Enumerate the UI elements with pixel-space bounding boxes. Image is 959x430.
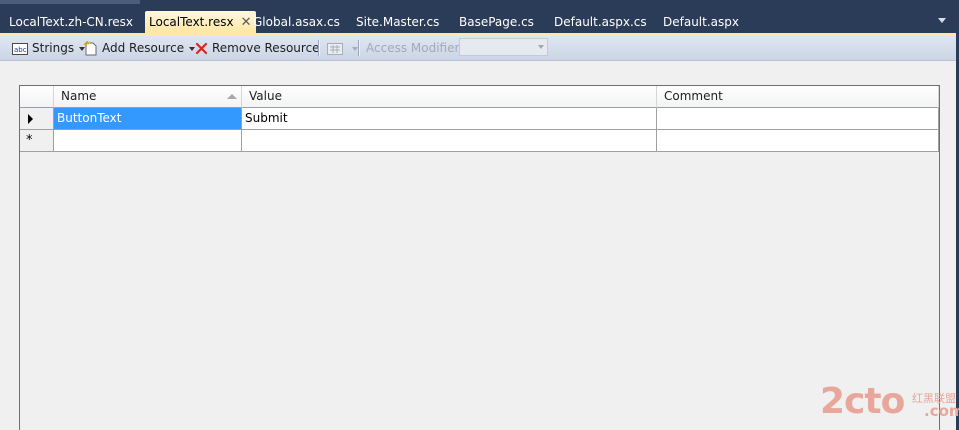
document-tab-strip: LocalText.zh-CN.resx LocalText.resx ✕ Glo… bbox=[0, 0, 959, 33]
remove-resource-button[interactable]: Remove Resource bbox=[195, 39, 320, 57]
cell-comment[interactable] bbox=[657, 130, 939, 152]
row-header[interactable]: * bbox=[20, 130, 54, 152]
access-modifier-select[interactable] bbox=[459, 38, 548, 56]
chevron-down-icon bbox=[538, 45, 544, 49]
close-icon[interactable]: ✕ bbox=[241, 12, 252, 34]
tab-site-master-cs[interactable]: Site.Master.cs bbox=[356, 12, 439, 33]
cell-name[interactable] bbox=[54, 130, 242, 152]
grid-view-icon bbox=[327, 42, 343, 55]
cell-value[interactable] bbox=[242, 130, 657, 152]
new-row-marker-icon: * bbox=[26, 133, 33, 148]
tab-list-dropdown-icon[interactable] bbox=[938, 18, 946, 23]
add-resource-button[interactable]: Add Resource bbox=[84, 39, 196, 57]
access-modifier-label: Access Modifier: bbox=[366, 41, 464, 55]
tab-default-aspx-cs[interactable]: Default.aspx.cs bbox=[554, 12, 647, 33]
views-dropdown-button[interactable] bbox=[327, 39, 358, 57]
sort-ascending-icon bbox=[227, 94, 237, 99]
cell-value[interactable]: Submit bbox=[242, 108, 657, 130]
toolbar-separator bbox=[318, 40, 320, 56]
tab-label: Site.Master.cs bbox=[356, 15, 440, 29]
add-resource-icon bbox=[84, 41, 97, 56]
delete-x-icon bbox=[195, 42, 208, 55]
tab-label: LocalText.resx bbox=[149, 15, 234, 29]
cell-comment[interactable] bbox=[657, 108, 939, 130]
tab-localtext-zh-cn-resx[interactable]: LocalText.zh-CN.resx bbox=[9, 12, 133, 33]
watermark-logo: 2cto 红黑联盟 .com bbox=[820, 380, 959, 425]
strings-icon: abc bbox=[12, 42, 28, 55]
resource-designer-surface: Name Value Comment ButtonText Submit * bbox=[0, 61, 956, 430]
tab-label: Default.aspx bbox=[663, 15, 739, 29]
tab-global-asax-cs[interactable]: Global.asax.cs bbox=[253, 12, 340, 33]
tab-localtext-resx[interactable]: LocalText.resx ✕ bbox=[145, 11, 256, 33]
column-header-label: Value bbox=[249, 89, 282, 103]
row-header-corner[interactable] bbox=[20, 86, 54, 108]
strings-dropdown-button[interactable]: abc Strings bbox=[12, 39, 86, 57]
column-header-label: Name bbox=[61, 89, 97, 103]
column-header-label: Comment bbox=[664, 89, 723, 103]
tab-label: Default.aspx.cs bbox=[554, 15, 647, 29]
watermark-suffix: .com bbox=[924, 402, 959, 420]
add-resource-label: Add Resource bbox=[102, 41, 185, 55]
strings-label: Strings bbox=[32, 41, 75, 55]
remove-resource-label: Remove Resource bbox=[212, 41, 320, 55]
column-header-value[interactable]: Value bbox=[242, 86, 657, 108]
tab-label: BasePage.cs bbox=[459, 15, 534, 29]
watermark-main: 2cto bbox=[820, 381, 905, 422]
column-header-comment[interactable]: Comment bbox=[657, 86, 939, 108]
current-row-arrow-icon bbox=[28, 114, 33, 124]
column-header-name[interactable]: Name bbox=[54, 86, 242, 108]
toolbar-separator bbox=[358, 40, 360, 56]
tab-default-aspx[interactable]: Default.aspx bbox=[663, 12, 739, 33]
tab-label: LocalText.zh-CN.resx bbox=[9, 15, 133, 29]
grid-header-row: Name Value Comment bbox=[20, 86, 939, 108]
row-header[interactable] bbox=[20, 108, 54, 130]
tab-label: Global.asax.cs bbox=[253, 15, 340, 29]
tab-basepage-cs[interactable]: BasePage.cs bbox=[459, 12, 534, 33]
svg-text:abc: abc bbox=[14, 46, 27, 54]
cell-name[interactable]: ButtonText bbox=[54, 108, 242, 130]
resource-grid: Name Value Comment ButtonText Submit * bbox=[19, 85, 940, 430]
tab-strip-top-accent bbox=[0, 0, 140, 4]
